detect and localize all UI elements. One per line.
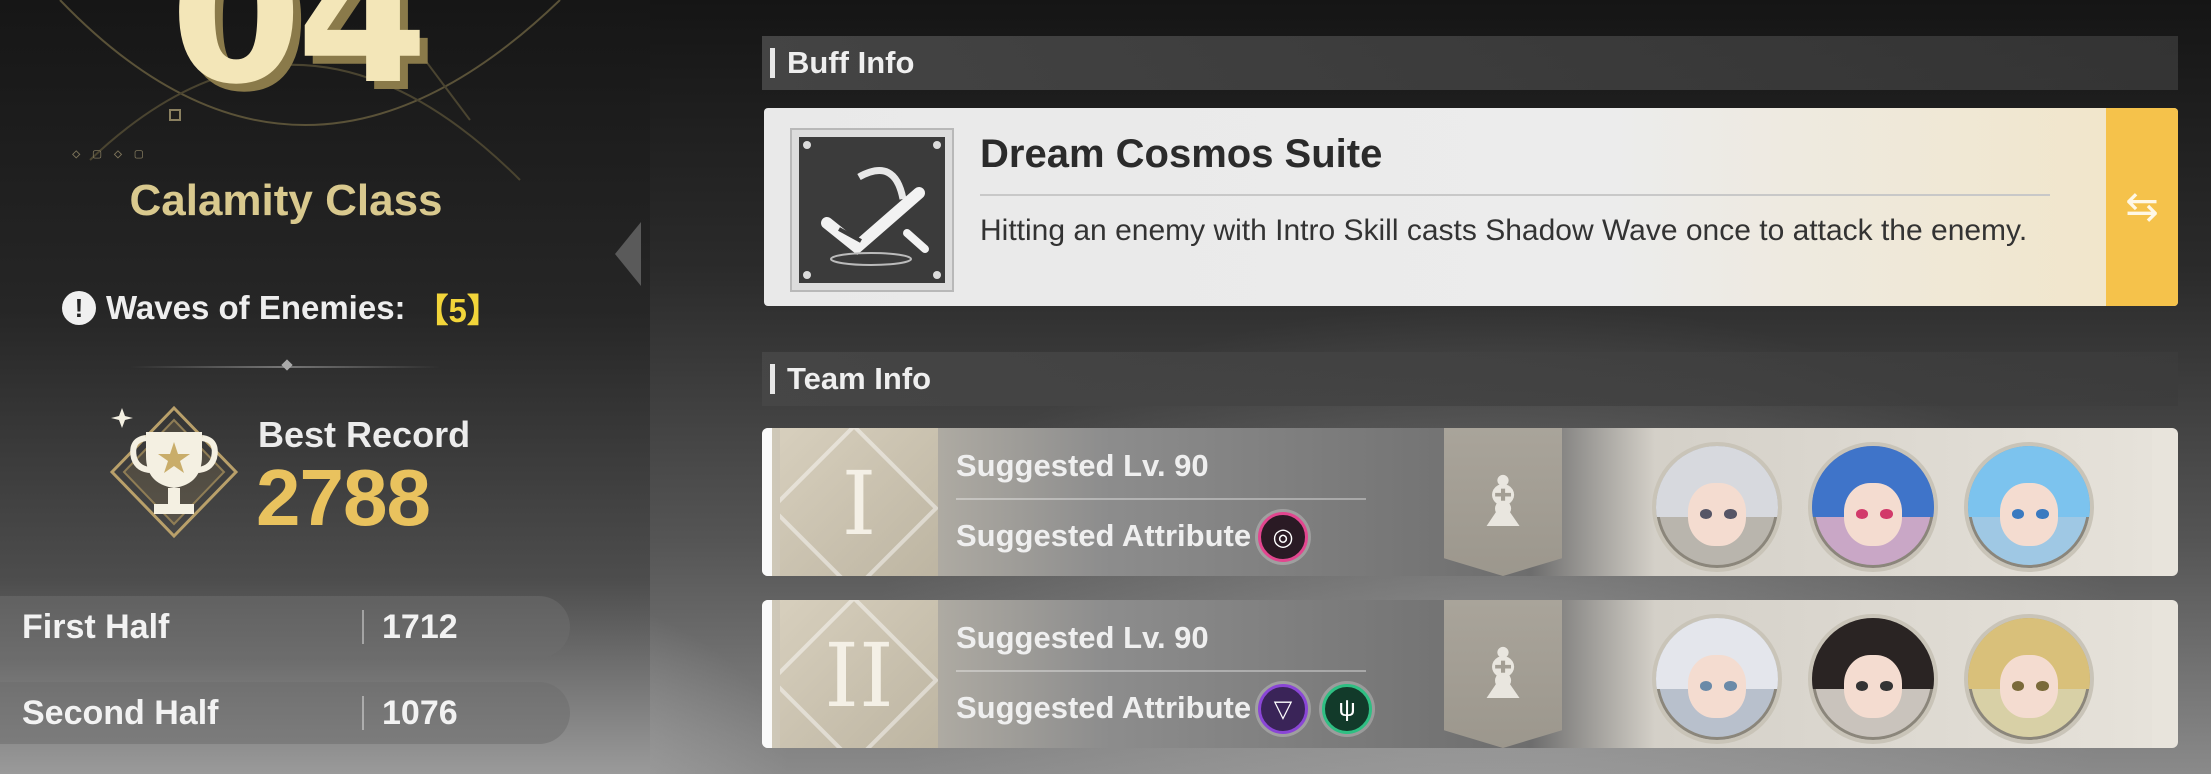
first-half-row: First Half 1712: [0, 596, 570, 658]
team-roman-numeral: II: [824, 624, 894, 727]
enemy-waves-info: ! Waves of Enemies: 【5】: [62, 284, 500, 332]
team-divider: [956, 670, 1366, 672]
character-portrait-blue-pink-hair[interactable]: [1808, 442, 1938, 572]
buff-icon-frame: [790, 128, 954, 292]
character-portrait-blonde-hair[interactable]: [1964, 614, 2094, 744]
card-edge: [762, 600, 772, 748]
character-portrait-silver-hair[interactable]: [1652, 442, 1782, 572]
row-separator: [362, 696, 364, 730]
row-separator: [362, 610, 364, 644]
stage-summary-panel: 04 ◇ ▢ ◇ ▢ Calamity Class ! Waves of Ene…: [0, 0, 650, 774]
character-portrait-white-blue-hair[interactable]: [1652, 614, 1782, 744]
chess-banner-icon: ♝: [1444, 428, 1562, 576]
difficulty-class-title: Calamity Class: [129, 176, 443, 225]
buff-divider: [980, 194, 2050, 196]
suggested-level: Suggested Lv. 90: [956, 448, 1209, 483]
team-info-header: Team Info: [762, 352, 2178, 406]
character-portrait-light-blue-hair[interactable]: [1964, 442, 2094, 572]
buff-card: Dream Cosmos Suite Hitting an enemy with…: [764, 108, 2178, 306]
suggested-level: Suggested Lv. 90: [956, 620, 1209, 655]
electro-attribute-icon: ▽: [1258, 684, 1308, 734]
team-info-title: Team Info: [787, 361, 932, 396]
exclamation-icon: !: [62, 291, 96, 325]
team-number-badge: I: [780, 428, 938, 576]
chess-banner-icon: ♝: [1444, 600, 1562, 748]
waves-label: Waves of Enemies:: [106, 289, 406, 326]
trophy-icon: [109, 405, 239, 539]
character-portrait-dark-hair-glasses[interactable]: [1808, 614, 1938, 744]
suggested-attribute-label: Suggested Attribute: [956, 518, 1252, 553]
buff-description: Hitting an enemy with Intro Skill casts …: [980, 214, 2028, 247]
team-number-badge: II: [780, 600, 938, 748]
team-card-2[interactable]: II Suggested Lv. 90 Suggested Attribute …: [762, 600, 2178, 748]
decorative-code: ◇ ▢ ◇ ▢: [72, 146, 146, 162]
best-record-value: 2788: [256, 453, 431, 542]
team-divider: [956, 498, 1366, 500]
havoc-attribute-icon: ◎: [1258, 512, 1308, 562]
best-record-label: Best Record: [258, 414, 471, 455]
collapse-arrow-icon[interactable]: [615, 222, 641, 286]
header-accent-bar: [770, 364, 775, 394]
second-half-row: Second Half 1076: [0, 682, 570, 744]
card-edge: [762, 428, 772, 576]
first-half-value: 1712: [382, 607, 458, 646]
waves-count: 【5】: [415, 292, 500, 329]
buff-info-header: Buff Info: [762, 36, 2178, 90]
stage-number: 04: [170, 0, 428, 126]
second-half-label: Second Half: [22, 693, 219, 732]
aero-attribute-icon: ψ: [1322, 684, 1372, 734]
team-roman-numeral: I: [841, 452, 877, 555]
second-half-value: 1076: [382, 693, 458, 732]
header-accent-bar: [770, 48, 775, 78]
buff-info-title: Buff Info: [787, 45, 915, 80]
team-card-1[interactable]: I Suggested Lv. 90 Suggested Attribute ◎…: [762, 428, 2178, 576]
shadow-slash-icon: [799, 137, 945, 283]
buff-name: Dream Cosmos Suite: [980, 132, 1383, 176]
suggested-attribute-label: Suggested Attribute: [956, 690, 1252, 725]
first-half-label: First Half: [22, 607, 170, 646]
swap-arrows-icon[interactable]: ⇆: [2106, 108, 2178, 306]
